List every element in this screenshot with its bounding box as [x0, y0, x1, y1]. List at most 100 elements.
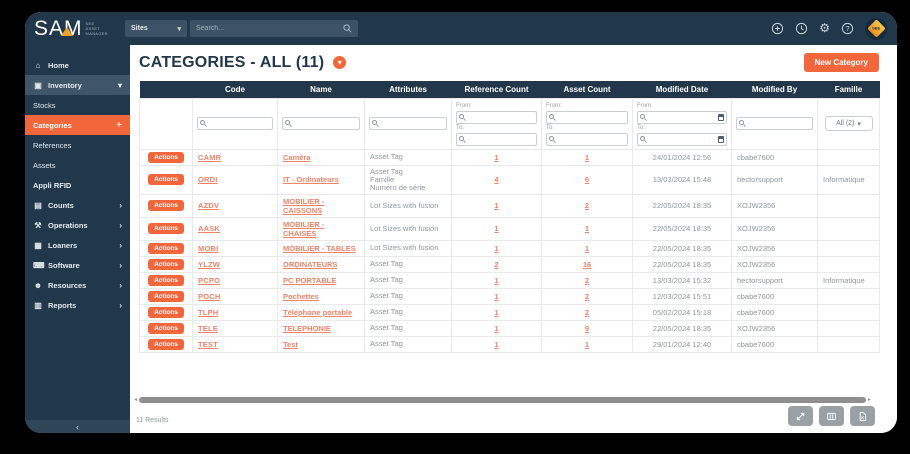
name-link[interactable]: MOBILIER - CHAISES: [283, 220, 324, 238]
sidebar-item-label: Stocks: [33, 100, 56, 110]
actions-button[interactable]: Actions: [148, 200, 184, 211]
scrollbar-thumb[interactable]: [139, 396, 866, 403]
name-link[interactable]: TELEPHONIE: [283, 324, 331, 333]
asset-count-link[interactable]: 6: [585, 175, 589, 184]
code-link[interactable]: PCPO: [198, 276, 220, 285]
actions-button[interactable]: Actions: [148, 274, 184, 286]
columns-button[interactable]: [819, 406, 844, 426]
actions-button[interactable]: Actions: [148, 174, 184, 185]
code-link[interactable]: TELE: [198, 324, 218, 333]
sidebar-item-appli-rfid[interactable]: Appli RFID: [25, 175, 130, 195]
asset-count-link[interactable]: 9: [585, 324, 589, 333]
asset-count-link[interactable]: 2: [585, 201, 589, 210]
help-icon[interactable]: ?: [841, 22, 854, 35]
code-link[interactable]: AZDV: [198, 201, 219, 210]
scroll-left-icon[interactable]: ◂: [134, 396, 137, 403]
reference-count-link[interactable]: 4: [494, 175, 498, 184]
actions-button[interactable]: Actions: [148, 306, 184, 318]
code-link[interactable]: TLPH: [198, 308, 218, 317]
name-link[interactable]: Pochettes: [283, 292, 319, 301]
sidebar-item-reports[interactable]: ▥ Reports ›: [25, 295, 130, 315]
actions-button[interactable]: Actions: [148, 242, 184, 254]
reference-count-link[interactable]: 1: [494, 276, 498, 285]
modified-date-to-input[interactable]: [637, 132, 727, 146]
sidebar-item-stocks[interactable]: Stocks: [25, 95, 130, 115]
name-link[interactable]: IT - Ordinateurs: [283, 175, 339, 184]
calendar-icon[interactable]: [718, 113, 724, 121]
sidebar-item-resources[interactable]: ☻ Resources ›: [25, 275, 130, 295]
reference-count-link[interactable]: 1: [494, 324, 498, 333]
sidebar-item-inventory[interactable]: ▣ Inventory ▾: [25, 75, 130, 95]
reference-count-link[interactable]: 1: [494, 292, 498, 301]
sidebar-item-loaners[interactable]: ▦ Loaners ›: [25, 235, 130, 255]
horizontal-scrollbar[interactable]: ◂ ▸: [134, 396, 871, 403]
name-link[interactable]: MOBILIER - TABLES: [283, 244, 356, 253]
export-button[interactable]: [850, 406, 875, 426]
code-link[interactable]: CAMR: [198, 153, 221, 162]
avatar[interactable]: SBE: [865, 17, 887, 40]
name-link[interactable]: Téléphone portable: [283, 308, 352, 317]
asset-count-link[interactable]: 2: [585, 308, 589, 317]
name-link[interactable]: Test: [283, 340, 298, 349]
asset-count-link[interactable]: 1: [585, 244, 589, 253]
asset-count-link[interactable]: 1: [585, 340, 589, 349]
code-filter-input[interactable]: [197, 117, 273, 130]
code-link[interactable]: ORDI: [198, 175, 218, 184]
sidebar-item-operations[interactable]: ⚒ Operations ›: [25, 215, 130, 235]
name-filter-input[interactable]: [282, 117, 360, 130]
asset-count-link[interactable]: 2: [585, 292, 589, 301]
actions-button[interactable]: Actions: [148, 223, 184, 234]
reference-count-to-input[interactable]: [456, 132, 537, 146]
actions-button[interactable]: Actions: [148, 151, 184, 163]
modified-date-from-input[interactable]: [637, 110, 727, 124]
code-link[interactable]: TEST: [198, 340, 218, 349]
sidebar-item-assets[interactable]: Assets: [25, 155, 130, 175]
scroll-right-icon[interactable]: ▸: [868, 396, 871, 403]
reference-count-link[interactable]: 1: [494, 153, 498, 162]
asset-count-link[interactable]: 2: [585, 276, 589, 285]
sidebar-item-counts[interactable]: ▤ Counts ›: [25, 195, 130, 215]
asset-count-link[interactable]: 1: [585, 153, 589, 162]
asset-count-link[interactable]: 16: [583, 260, 591, 269]
asset-count-link[interactable]: 1: [585, 224, 589, 233]
expand-button[interactable]: [788, 406, 813, 426]
reference-count-link[interactable]: 1: [494, 244, 498, 253]
name-link[interactable]: PC PORTABLE: [283, 276, 336, 285]
gear-icon[interactable]: ⚙: [819, 22, 830, 35]
famille-filter-select[interactable]: All (2) ▾: [824, 116, 873, 131]
title-collapse-icon[interactable]: ▾: [333, 56, 347, 69]
reference-count-link[interactable]: 1: [494, 340, 498, 349]
sidebar-item-home[interactable]: ⌂ Home: [25, 55, 130, 75]
actions-button[interactable]: Actions: [148, 258, 184, 270]
reference-count-link[interactable]: 1: [494, 201, 498, 210]
reference-count-link[interactable]: 1: [494, 308, 498, 317]
actions-button[interactable]: Actions: [148, 338, 184, 350]
modified-by-filter-input[interactable]: [736, 117, 813, 130]
search-input[interactable]: [196, 25, 343, 32]
sidebar-item-categories[interactable]: Categories +: [25, 115, 130, 135]
cell-reference-count: 1: [451, 271, 542, 289]
code-link[interactable]: MOBI: [198, 244, 218, 253]
attributes-filter-input[interactable]: [369, 117, 447, 130]
actions-button[interactable]: Actions: [148, 290, 184, 302]
name-link[interactable]: ORDINATEURS: [283, 260, 337, 269]
name-link[interactable]: Caméra: [283, 153, 311, 162]
reference-count-from-input[interactable]: [456, 110, 537, 124]
actions-button[interactable]: Actions: [148, 322, 184, 334]
reference-count-link[interactable]: 2: [494, 260, 498, 269]
sites-select[interactable]: Sites ▾: [125, 20, 187, 37]
asset-count-from-input[interactable]: [546, 110, 628, 124]
sidebar-item-references[interactable]: References: [25, 135, 130, 155]
sidebar-collapse-button[interactable]: ‹: [25, 420, 130, 433]
add-icon[interactable]: [771, 22, 784, 35]
new-category-button[interactable]: New Category: [803, 53, 879, 72]
code-link[interactable]: POCH: [198, 292, 220, 301]
asset-count-to-input[interactable]: [546, 132, 628, 146]
code-link[interactable]: YLZW: [198, 260, 220, 269]
sidebar-item-software[interactable]: ⌨ Software ›: [25, 255, 130, 275]
calendar-icon[interactable]: [718, 135, 724, 143]
code-link[interactable]: AASK: [198, 224, 220, 233]
reference-count-link[interactable]: 1: [494, 224, 498, 233]
name-link[interactable]: MOBILIER - CAISSONS: [283, 197, 324, 215]
history-icon[interactable]: [795, 22, 808, 35]
